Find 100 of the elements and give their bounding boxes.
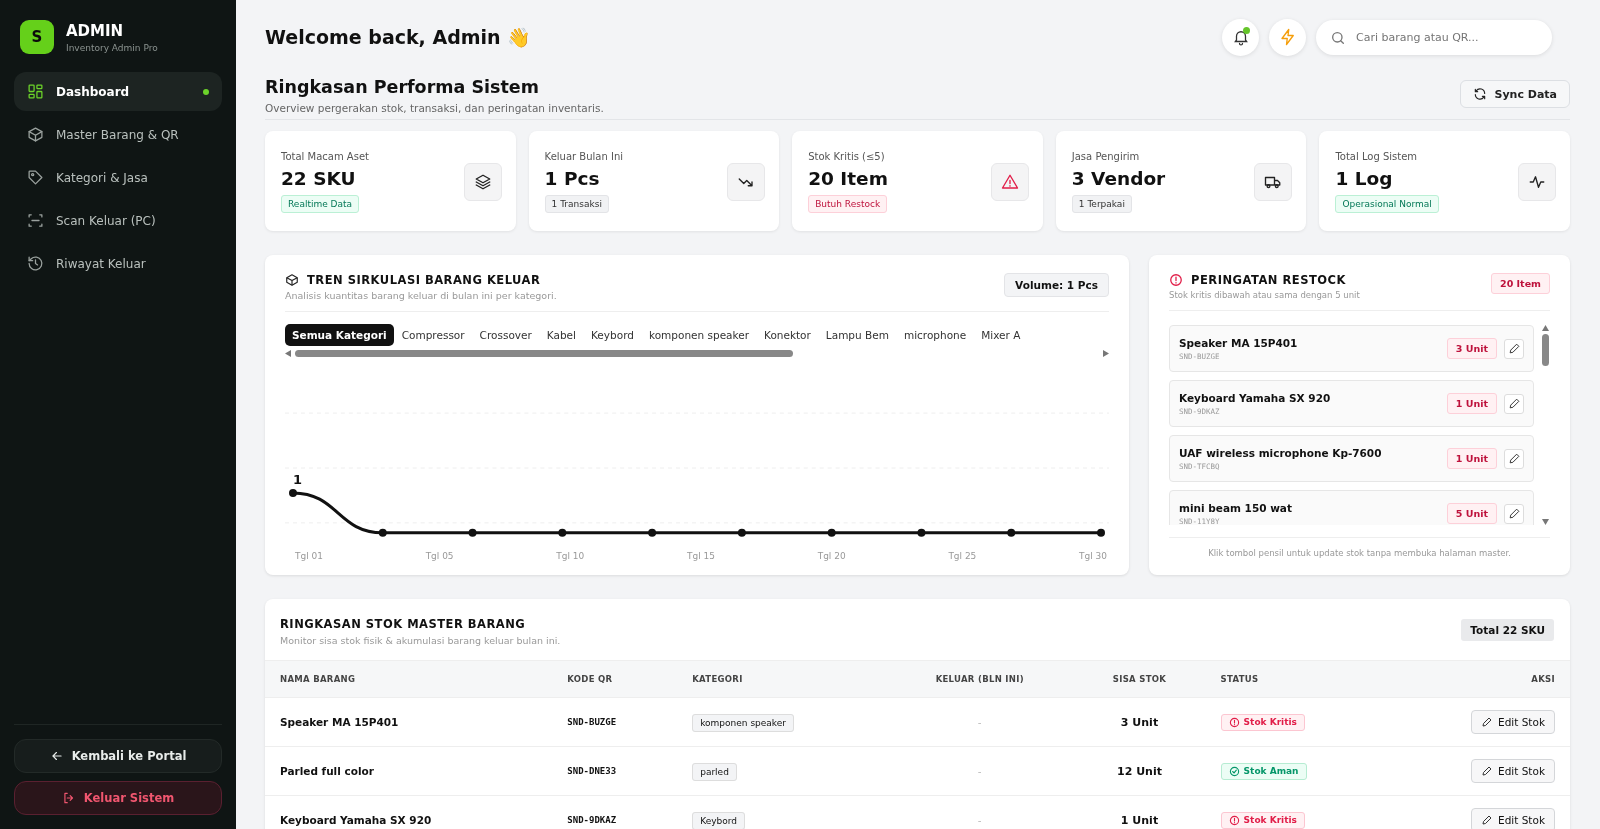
- stat-value: 22 SKU: [281, 168, 356, 189]
- pulse-icon: [1518, 163, 1556, 201]
- column-header: SISA STOK: [1073, 660, 1206, 698]
- panel-title: RINGKASAN STOK MASTER BARANG: [280, 617, 526, 631]
- data-label: 1: [293, 471, 302, 487]
- brand-subtitle: Inventory Admin Pro: [66, 42, 158, 53]
- column-header: AKSI: [1389, 660, 1570, 698]
- category-tab[interactable]: Compressor: [394, 324, 472, 346]
- stat-badge: Realtime Data: [281, 195, 360, 213]
- axis-label: Tgl 20: [817, 550, 846, 561]
- stock-badge: 3 Unit: [1446, 338, 1497, 359]
- data-point: [468, 528, 477, 537]
- data-point: [558, 528, 567, 537]
- nav-item[interactable]: Master Barang & QR: [14, 115, 222, 154]
- stat-badge: Butuh Restock: [808, 195, 888, 213]
- table-cell: SND-BUZGE: [552, 697, 678, 747]
- arrow-left-icon: [49, 749, 64, 763]
- scrollbar-thumb[interactable]: [295, 350, 794, 357]
- nav-item[interactable]: Kategori & Jasa: [14, 158, 222, 197]
- tag-icon: [27, 169, 44, 186]
- edit-stock-button[interactable]: Edit Stok: [1471, 710, 1555, 734]
- cube-icon: [27, 126, 44, 143]
- grid-icon: [27, 83, 44, 100]
- data-point: [827, 528, 836, 537]
- category-tag: komponen speaker: [692, 714, 794, 732]
- nav-item[interactable]: Dashboard: [14, 72, 222, 111]
- data-point: [1007, 528, 1016, 537]
- nav-item[interactable]: Riwayat Keluar: [14, 244, 222, 283]
- table-cell: SND-DNE33: [552, 746, 678, 796]
- axis-label: Tgl 25: [948, 550, 977, 561]
- category-tab[interactable]: komponen speaker: [641, 324, 756, 346]
- back-to-portal-button[interactable]: Kembali ke Portal: [14, 739, 222, 773]
- table-cell: Speaker MA 15P401: [265, 697, 553, 747]
- scroll-down-icon[interactable]: [1541, 519, 1549, 525]
- item-name: mini beam 150 wat: [1179, 501, 1293, 514]
- category-tag: parled: [692, 763, 737, 781]
- panel-title: TREN SIRKULASI BARANG KELUAR: [307, 273, 541, 287]
- logout-icon: [61, 791, 76, 805]
- axis-label: Tgl 15: [687, 550, 715, 561]
- stock-badge: 5 Unit: [1446, 503, 1497, 524]
- axis-label: Tgl 01: [294, 550, 323, 561]
- status-badge: Stok Kritis: [1220, 811, 1305, 829]
- logout-button[interactable]: Keluar Sistem: [14, 781, 222, 815]
- category-tab[interactable]: Konektor: [757, 324, 818, 346]
- edit-button[interactable]: [1504, 338, 1524, 359]
- pencil-icon: [1507, 397, 1521, 410]
- item-name: Speaker MA 15P401: [1179, 336, 1299, 349]
- edit-stock-button[interactable]: Edit Stok: [1471, 808, 1555, 829]
- stat-label: Keluar Bulan Ini: [544, 151, 624, 162]
- notification-button[interactable]: [1222, 18, 1259, 56]
- volume-badge: Volume: 1 Pcs: [1004, 273, 1109, 297]
- edit-button[interactable]: [1504, 503, 1524, 524]
- table-cell: SND-9DKAZ: [552, 795, 678, 829]
- scroll-up-icon[interactable]: [1541, 325, 1549, 331]
- sync-button[interactable]: Sync Data: [1460, 80, 1570, 108]
- status-badge: Stok Aman: [1220, 762, 1307, 780]
- cube-icon: [285, 273, 299, 287]
- edit-stock-button[interactable]: Edit Stok: [1471, 759, 1555, 783]
- table-cell: -: [886, 795, 1074, 829]
- category-tab[interactable]: Semua Kategori: [285, 324, 394, 346]
- nav-item[interactable]: Scan Keluar (PC): [14, 201, 222, 240]
- scroll-right-icon[interactable]: [1103, 350, 1109, 357]
- data-point: [648, 528, 657, 537]
- stat-badge: 1 Terpakai: [1071, 195, 1132, 213]
- greeting: Welcome back, Admin 👋: [265, 25, 532, 49]
- edit-button[interactable]: [1504, 393, 1524, 414]
- scroll-left-icon[interactable]: [285, 350, 291, 357]
- axis-label: Tgl 05: [425, 550, 454, 561]
- data-point: [917, 528, 926, 537]
- category-tab[interactable]: Lampu Bem: [818, 324, 896, 346]
- panel-subtitle: Monitor sisa stok fisik & akumulasi barang keluar bulan ini.: [280, 635, 561, 646]
- column-header: NAMA BARANG: [265, 660, 553, 698]
- category-tab[interactable]: Mixer A: [974, 324, 1028, 346]
- refresh-icon: [1473, 87, 1488, 101]
- edit-button[interactable]: [1504, 448, 1524, 469]
- stat-label: Jasa Pengirim: [1071, 151, 1140, 162]
- category-tab[interactable]: microphone: [896, 324, 974, 346]
- category-tab[interactable]: Keybord: [584, 324, 641, 346]
- stat-label: Total Log Sistem: [1335, 151, 1418, 162]
- table-cell: Parled full color: [265, 746, 553, 796]
- stat-badge: Operasional Normal: [1335, 195, 1439, 213]
- page-title: Ringkasan Performa Sistem: [265, 77, 540, 97]
- pencil-icon: [1481, 814, 1494, 826]
- layers-icon: [463, 163, 502, 201]
- category-tab[interactable]: Kabel: [539, 324, 583, 346]
- truck-icon: [1254, 163, 1293, 201]
- table-cell: Keyboard Yamaha SX 920: [265, 795, 553, 829]
- data-point: [378, 528, 387, 537]
- category-tab[interactable]: Crossover: [472, 324, 539, 346]
- panel-title: PERINGATAN RESTOCK: [1191, 273, 1346, 287]
- scrollbar-thumb[interactable]: [1541, 334, 1549, 366]
- column-header: KELUAR (BLN INI): [886, 660, 1074, 698]
- stat-value: 1 Pcs: [544, 168, 600, 189]
- trend-down-icon: [727, 163, 766, 201]
- data-point: [289, 488, 297, 497]
- item-name: Keyboard Yamaha SX 920: [1179, 391, 1332, 404]
- search-field[interactable]: Cari barang atau QR...: [1316, 19, 1552, 55]
- panel-subtitle: Stok kritis dibawah atau sama dengan 5 unit: [1169, 290, 1360, 300]
- table-cell: -: [886, 746, 1074, 796]
- warning-icon: [990, 163, 1029, 201]
